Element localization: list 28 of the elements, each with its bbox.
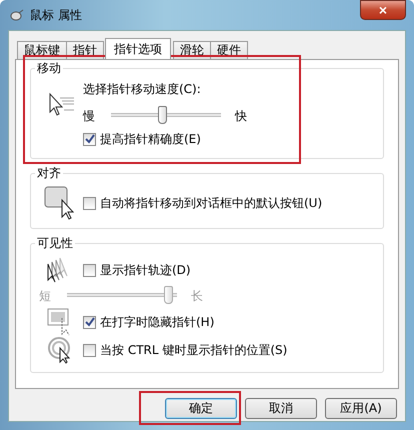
- slider-thumb[interactable]: [158, 106, 166, 124]
- checkmark-icon: [84, 317, 94, 327]
- group-title: 移动: [35, 60, 63, 77]
- checkbox-option[interactable]: 提高指针精确度(E): [83, 130, 201, 148]
- slider-max-label: 长: [191, 288, 204, 304]
- slider-min-label: 短: [39, 288, 52, 304]
- checkbox[interactable]: [83, 196, 96, 210]
- group-title: 可见性: [35, 235, 75, 252]
- checkmark-icon: [84, 134, 94, 144]
- slider-min-label: 慢: [83, 108, 96, 124]
- checkbox-option[interactable]: 当按 CTRL 键时显示指针的位置(S): [83, 342, 288, 358]
- group-title: 对齐: [35, 165, 63, 182]
- slider-label: 选择指针移动速度(C):: [83, 81, 202, 98]
- window-title: 鼠标 属性: [30, 6, 82, 24]
- checkbox[interactable]: [83, 264, 96, 276]
- close-button[interactable]: ×: [360, 0, 406, 20]
- dialog-button[interactable]: 确定: [165, 398, 237, 419]
- slider-max-label: 快: [235, 108, 248, 124]
- checkbox-option[interactable]: 显示指针轨迹(D): [83, 262, 191, 278]
- tab[interactable]: 指针选项: [105, 38, 171, 59]
- checkbox[interactable]: [83, 316, 96, 328]
- checkbox[interactable]: [83, 132, 96, 146]
- checkbox-option[interactable]: 在打字时隐藏指针(H): [83, 314, 214, 330]
- mouse-icon: [10, 9, 24, 21]
- dialog-button[interactable]: 取消: [245, 398, 317, 419]
- dialog-button[interactable]: 应用(A): [325, 398, 397, 419]
- checkbox[interactable]: [83, 344, 96, 356]
- checkbox-option[interactable]: 自动将指针移动到对话框中的默认按钮(U): [83, 194, 322, 212]
